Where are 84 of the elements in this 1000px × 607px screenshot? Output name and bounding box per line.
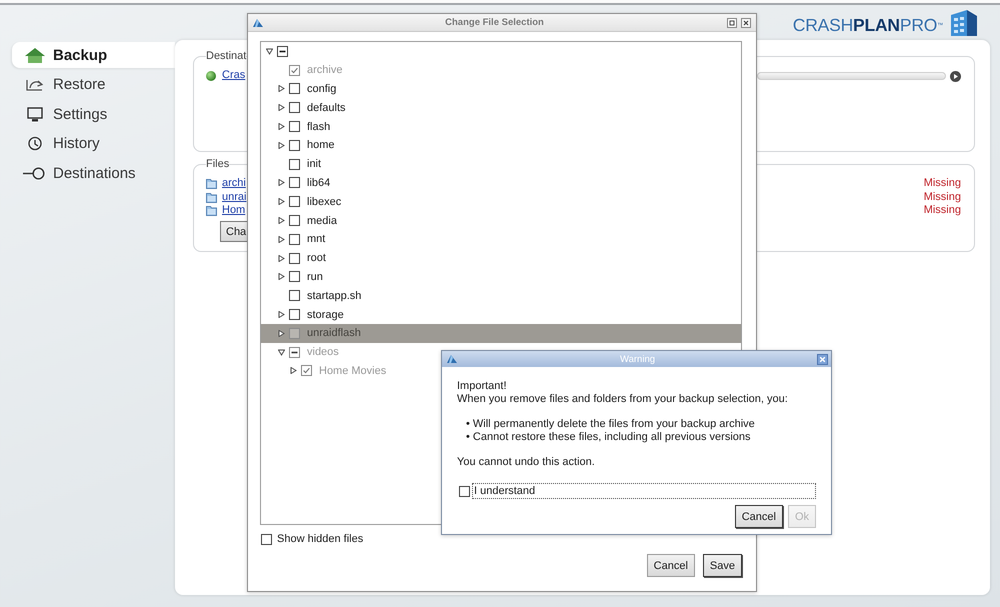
file-link[interactable]: Hom <box>222 204 246 218</box>
building-logo-icon <box>948 8 978 36</box>
checkbox[interactable] <box>289 121 300 132</box>
tree-row[interactable]: mnt <box>261 230 328 249</box>
logo-wordmark: CRASHPLANPRO$^{™}$ <box>792 14 943 34</box>
warning-note: You cannot undo this action. <box>457 456 595 469</box>
dialog-button[interactable]: Cancel <box>646 554 695 577</box>
tree-row[interactable]: run <box>261 268 326 286</box>
triangle-icon <box>446 354 458 364</box>
monitor-icon <box>25 106 45 122</box>
folder-icon <box>206 178 217 190</box>
dialog-button[interactable]: Save <box>702 554 742 577</box>
collapsed-arrow-icon[interactable] <box>278 179 285 186</box>
checkbox[interactable] <box>261 534 272 544</box>
tree-row[interactable]: root <box>261 248 329 268</box>
house-icon <box>25 48 45 62</box>
dialog-button[interactable]: Cancel <box>734 505 783 528</box>
checkbox-label[interactable]: I understand <box>472 483 816 499</box>
collapsed-arrow-icon[interactable] <box>278 236 285 243</box>
checkbox[interactable] <box>289 177 300 188</box>
warning-heading: Important! <box>457 380 507 393</box>
status-dot-icon <box>206 71 216 81</box>
checkbox[interactable] <box>459 486 470 496</box>
tree-row[interactable]: startapp.sh <box>261 286 364 306</box>
checkbox[interactable] <box>289 102 300 114</box>
close-icon[interactable] <box>741 18 751 28</box>
warning-bullet: • Cannot restore these files, including all previous versions <box>466 431 750 444</box>
collapsed-arrow-icon[interactable] <box>278 85 285 92</box>
checkbox[interactable] <box>289 271 300 282</box>
checkbox[interactable] <box>289 140 300 151</box>
collapsed-arrow-icon[interactable] <box>278 217 285 224</box>
checkbox[interactable] <box>289 234 300 245</box>
destination-legend: Destinat <box>206 50 246 63</box>
file-status: Missing <box>924 204 961 218</box>
dialog-title: Warning <box>618 354 656 364</box>
tree-row[interactable]: config <box>261 80 340 98</box>
collapsed-arrow-icon[interactable] <box>278 123 285 130</box>
maximize-icon[interactable] <box>727 18 737 28</box>
change-button[interactable]: Cha <box>220 221 248 242</box>
folder-icon <box>206 205 217 216</box>
file-status: Missing <box>924 190 961 204</box>
warning-bullet: • Will permanently delete the files from your backup archive <box>466 418 755 431</box>
checkbox[interactable] <box>289 158 300 170</box>
tree-row[interactable]: init <box>261 154 324 174</box>
collapsed-arrow-icon[interactable] <box>278 142 285 149</box>
tree-row[interactable]: storage <box>261 305 347 324</box>
checkbox[interactable] <box>289 309 300 320</box>
files-legend: Files <box>206 158 230 171</box>
play-icon[interactable] <box>950 70 961 82</box>
checkbox[interactable] <box>289 215 300 226</box>
tree-row[interactable]: media <box>261 211 340 230</box>
line-circle-icon <box>23 166 45 180</box>
dialog-title: Change File Selection <box>444 17 545 28</box>
sidebar-item[interactable]: Settings <box>25 101 108 127</box>
tree-row[interactable]: lib64 <box>261 174 334 192</box>
triangle-icon <box>252 18 264 28</box>
tree-row[interactable]: flash <box>261 117 334 136</box>
folder-icon <box>206 192 217 203</box>
sidebar-item[interactable]: History <box>25 130 100 156</box>
sidebar-item[interactable]: Destinations <box>25 160 136 186</box>
collapsed-arrow-icon[interactable] <box>278 254 285 262</box>
sidebar-item[interactable]: Restore <box>25 72 106 98</box>
checkbox[interactable] <box>289 196 300 208</box>
collapsed-arrow-icon[interactable] <box>278 198 285 206</box>
warning-text: When you remove files and folders from your backup selection, you: <box>457 393 788 406</box>
sidebar-item[interactable]: Backup <box>12 42 175 68</box>
tree-row[interactable]: defaults <box>261 98 349 118</box>
collapsed-arrow-icon[interactable] <box>278 104 285 112</box>
close-icon[interactable] <box>817 354 828 364</box>
file-link[interactable]: archi <box>222 177 246 190</box>
collapsed-arrow-icon[interactable] <box>278 273 285 280</box>
checkbox[interactable] <box>289 83 300 94</box>
tree-row[interactable]: libexec <box>261 192 344 212</box>
curved-arrow-icon <box>25 77 45 92</box>
checkbox-label[interactable]: Show hidden files <box>277 533 364 545</box>
checkbox[interactable] <box>289 290 300 302</box>
collapsed-arrow-icon[interactable] <box>278 311 285 318</box>
checkbox[interactable] <box>277 46 288 57</box>
file-status: Missing <box>924 177 961 190</box>
checkbox[interactable] <box>289 252 300 264</box>
tree-row[interactable]: home <box>261 136 338 155</box>
destination-link[interactable]: Cras <box>222 69 246 83</box>
expanded-arrow-icon[interactable] <box>266 48 273 55</box>
file-link[interactable]: unrai <box>222 190 246 204</box>
